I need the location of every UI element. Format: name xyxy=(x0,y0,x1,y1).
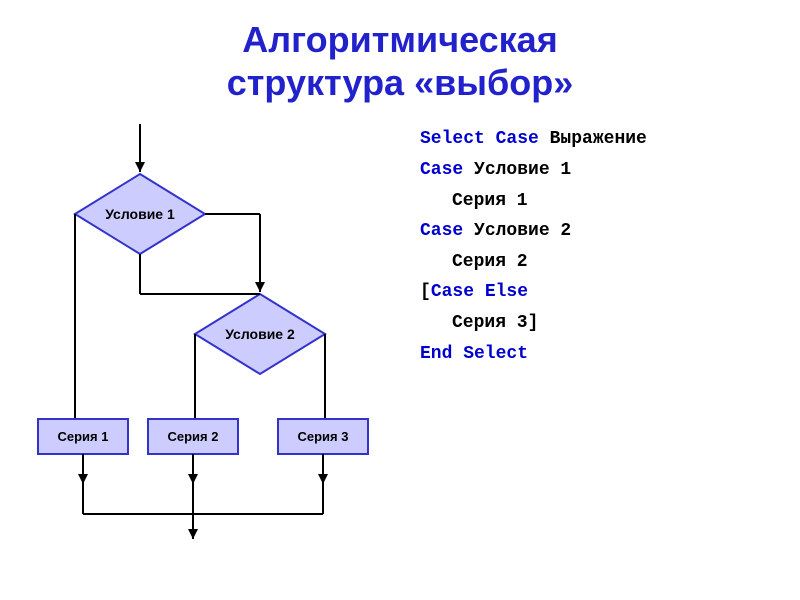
box1-label: Серия 1 xyxy=(58,429,109,444)
select-case-keyword: Select Case xyxy=(420,129,539,149)
box3-label: Серия 3 xyxy=(298,429,349,444)
code-line-6: [Case Else xyxy=(420,277,647,308)
code-line-3: Серия 1 xyxy=(420,186,647,217)
code-line-1: Select Case Выражение xyxy=(420,124,647,155)
code-line-4: Case Условие 2 xyxy=(420,216,647,247)
box2-label: Серия 2 xyxy=(168,429,219,444)
seriya-3-code: Серия 3] xyxy=(452,313,538,333)
code-line-2: Case Условие 1 xyxy=(420,155,647,186)
case-else-keyword: Case Else xyxy=(431,282,528,302)
code-line-8: End Select xyxy=(420,339,647,370)
code-line1-plain: Выражение xyxy=(539,129,647,149)
end-select-keyword: End Select xyxy=(420,344,528,364)
flowchart: Условие 1 Условие 2 xyxy=(20,124,400,554)
seriya-1-code: Серия 1 xyxy=(452,191,528,211)
page-title: Алгоритмическая структура «выбор» xyxy=(0,0,800,104)
case-keyword-1: Case xyxy=(420,160,463,180)
code-line-5: Серия 2 xyxy=(420,247,647,278)
code-line2-plain: Условие 1 xyxy=(463,160,571,180)
code-panel: Select Case Выражение Case Условие 1 Сер… xyxy=(400,124,647,554)
code-line-7: Серия 3] xyxy=(420,308,647,339)
open-bracket: [ xyxy=(420,282,431,302)
case-keyword-2: Case xyxy=(420,221,463,241)
code-line4-plain: Условие 2 xyxy=(463,221,571,241)
diamond2-label: Условие 2 xyxy=(225,326,295,342)
diamond1-label: Условие 1 xyxy=(105,206,175,222)
seriya-2-code: Серия 2 xyxy=(452,252,528,272)
